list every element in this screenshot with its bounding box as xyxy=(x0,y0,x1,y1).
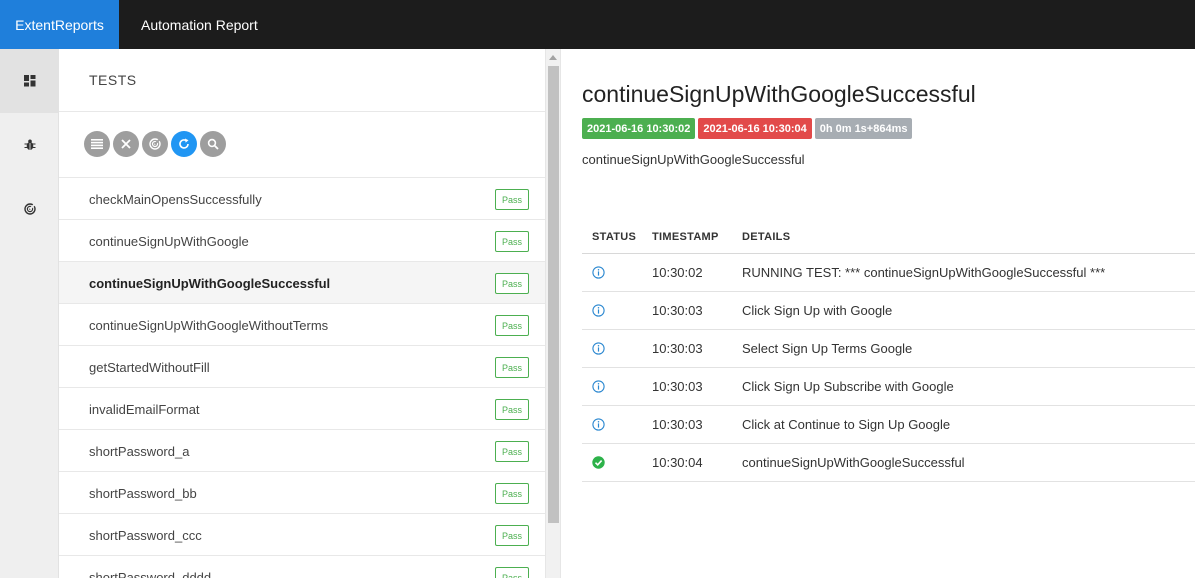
test-name: continueSignUpWithGoogleSuccessful xyxy=(89,275,331,291)
status-column-header: STATUS xyxy=(592,231,637,244)
time-badges: 2021-06-16 10:30:02 2021-06-16 10:30:04 … xyxy=(582,118,913,139)
status-badge: Pass xyxy=(495,441,529,462)
test-list-item[interactable]: invalidEmailFormat Pass xyxy=(59,388,545,430)
refresh-button[interactable] xyxy=(171,131,197,157)
status-badge: Pass xyxy=(495,483,529,504)
test-name: shortPassword_dddd xyxy=(89,569,212,578)
list-icon xyxy=(91,139,103,149)
test-list-item[interactable]: shortPassword_bb Pass xyxy=(59,472,545,514)
log-row: 10:30:03 Select Sign Up Terms Google xyxy=(582,329,1195,367)
nav-dashboard[interactable] xyxy=(0,49,59,113)
list-view-button[interactable] xyxy=(84,131,110,157)
duration-badge: 0h 0m 1s+864ms xyxy=(814,118,913,139)
status-cell xyxy=(582,405,642,443)
info-icon xyxy=(592,303,642,317)
log-row: 10:30:03 Click at Continue to Sign Up Go… xyxy=(582,405,1195,443)
info-icon xyxy=(592,417,642,431)
status-badge: Pass xyxy=(495,567,529,578)
status-badge: Pass xyxy=(495,399,529,420)
status-badge: Pass xyxy=(495,315,529,336)
status-badge: Pass xyxy=(495,525,529,546)
timestamp-cell: 10:30:03 xyxy=(652,378,703,394)
log-row: 10:30:03 Click Sign Up Subscribe with Go… xyxy=(582,367,1195,405)
details-cell: Click at Continue to Sign Up Google xyxy=(742,416,951,432)
status-badge: Pass xyxy=(495,189,529,210)
log-table-header: STATUS TIMESTAMP DETAILS xyxy=(582,222,1195,253)
timestamp-column-header: TIMESTAMP xyxy=(652,231,719,244)
test-name: getStartedWithoutFill xyxy=(89,359,210,375)
list-toolbar xyxy=(84,131,226,157)
test-name: shortPassword_a xyxy=(89,443,190,459)
report-title: Automation Report xyxy=(141,16,258,33)
side-nav xyxy=(0,49,59,578)
nav-analytics[interactable] xyxy=(0,177,59,241)
details-cell: Select Sign Up Terms Google xyxy=(742,340,913,356)
test-title: continueSignUpWithGoogleSuccessful xyxy=(582,81,976,107)
search-button[interactable] xyxy=(200,131,226,157)
status-filter-button[interactable] xyxy=(142,131,168,157)
status-cell xyxy=(582,443,642,481)
test-description: continueSignUpWithGoogleSuccessful xyxy=(582,152,805,167)
end-time-badge: 2021-06-16 10:30:04 xyxy=(698,118,812,139)
start-time-badge: 2021-06-16 10:30:02 xyxy=(582,118,696,139)
test-name: continueSignUpWithGoogleWithoutTerms xyxy=(89,317,329,333)
filter-icon xyxy=(149,138,161,150)
details-column-header: DETAILS xyxy=(742,231,791,244)
test-list-item[interactable]: shortPassword_dddd Pass xyxy=(59,556,545,578)
clear-filter-button[interactable] xyxy=(113,131,139,157)
test-list: checkMainOpensSuccessfully Pass continue… xyxy=(59,178,545,578)
status-badge: Pass xyxy=(495,357,529,378)
test-list-item-selected[interactable]: continueSignUpWithGoogleSuccessful Pass xyxy=(59,262,545,304)
info-icon xyxy=(592,379,642,393)
info-icon xyxy=(592,265,642,279)
test-name: shortPassword_bb xyxy=(89,485,197,501)
search-icon xyxy=(207,138,219,150)
check-circle-icon xyxy=(592,455,642,469)
timestamp-cell: 10:30:03 xyxy=(652,416,703,432)
timestamp-cell: 10:30:02 xyxy=(652,264,703,280)
test-list-item[interactable]: continueSignUpWithGoogle Pass xyxy=(59,220,545,262)
test-name: shortPassword_ccc xyxy=(89,527,202,543)
bug-icon xyxy=(24,139,36,151)
test-list-item[interactable]: checkMainOpensSuccessfully Pass xyxy=(59,178,545,220)
info-icon xyxy=(592,341,642,355)
test-list-item[interactable]: shortPassword_a Pass xyxy=(59,430,545,472)
test-list-item[interactable]: getStartedWithoutFill Pass xyxy=(59,346,545,388)
timestamp-cell: 10:30:04 xyxy=(652,454,703,470)
details-cell: Click Sign Up with Google xyxy=(742,302,893,318)
details-cell: continueSignUpWithGoogleSuccessful xyxy=(742,454,965,470)
test-name: checkMainOpensSuccessfully xyxy=(89,191,262,207)
log-row: 10:30:04 continueSignUpWithGoogleSuccess… xyxy=(582,443,1195,481)
test-list-panel: TESTS checkMainOpensSuccessfully Pass co… xyxy=(59,49,545,578)
nav-bugs[interactable] xyxy=(0,113,59,177)
log-table: STATUS TIMESTAMP DETAILS 10:30:02 RUNNIN… xyxy=(582,222,1195,482)
test-list-item[interactable]: shortPassword_ccc Pass xyxy=(59,514,545,556)
scroll-up-arrow-icon[interactable] xyxy=(549,55,557,60)
refresh-icon xyxy=(178,138,190,150)
test-list-item[interactable]: continueSignUpWithGoogleWithoutTerms Pas… xyxy=(59,304,545,346)
status-cell xyxy=(582,329,642,367)
log-row: 10:30:02 RUNNING TEST: *** continueSignU… xyxy=(582,253,1195,291)
tests-header: TESTS xyxy=(59,49,545,112)
close-icon xyxy=(121,139,131,149)
status-cell xyxy=(582,367,642,405)
log-row: 10:30:03 Click Sign Up with Google xyxy=(582,291,1195,329)
analytics-icon xyxy=(23,203,36,215)
details-cell: RUNNING TEST: *** continueSignUpWithGoog… xyxy=(742,264,1106,280)
status-cell xyxy=(582,291,642,329)
brand-logo[interactable]: ExtentReports xyxy=(0,0,119,49)
test-name: invalidEmailFormat xyxy=(89,401,200,417)
status-cell xyxy=(582,253,642,291)
top-navbar: ExtentReports Automation Report xyxy=(0,0,1195,49)
timestamp-cell: 10:30:03 xyxy=(652,340,703,356)
scrollbar-thumb[interactable] xyxy=(548,66,559,523)
dashboard-icon xyxy=(23,75,36,87)
details-cell: Click Sign Up Subscribe with Google xyxy=(742,378,954,394)
status-badge: Pass xyxy=(495,273,529,294)
test-detail-panel: continueSignUpWithGoogleSuccessful 2021-… xyxy=(562,49,1195,578)
status-badge: Pass xyxy=(495,231,529,252)
test-name: continueSignUpWithGoogle xyxy=(89,233,249,249)
test-list-scrollbar[interactable] xyxy=(545,49,561,578)
timestamp-cell: 10:30:03 xyxy=(652,302,703,318)
